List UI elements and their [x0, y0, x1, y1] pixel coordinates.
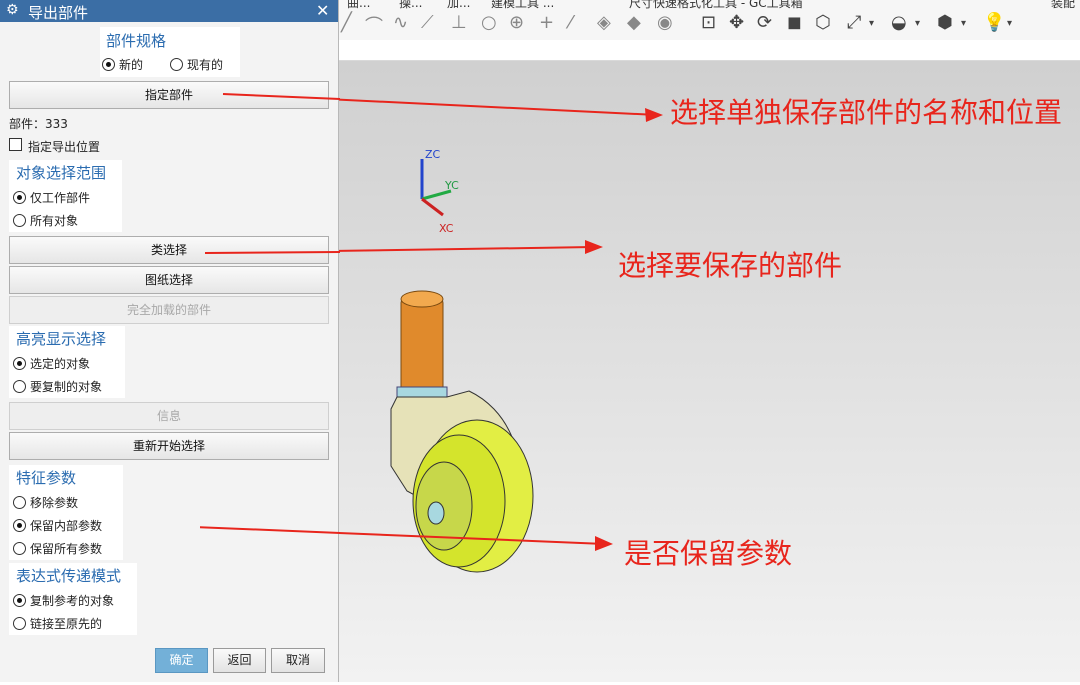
diamond-gear-icon[interactable]: ◆ [627, 12, 641, 33]
chevron-down-icon[interactable]: ▾ [869, 18, 874, 29]
shaded-cube-icon[interactable]: ◼ [787, 12, 802, 33]
radio-objects-to-copy[interactable]: 要复制的对象 [13, 378, 102, 395]
part-info: 部件：333 [9, 117, 68, 131]
radio-dot-selected[interactable] [13, 357, 26, 370]
annotation-select-part: 选择要保存的部件 [618, 249, 843, 282]
selection-bar [339, 40, 1080, 61]
highlight-group: 高亮显示选择 选定的对象 要复制的对象 [9, 326, 125, 398]
highlight-title: 高亮显示选择 [16, 330, 107, 348]
toolbar-group-add[interactable]: 加... [447, 0, 470, 11]
radio-existing[interactable]: 现有的 [170, 56, 223, 73]
close-icon[interactable]: ✕ [316, 1, 329, 20]
annotation-arrow-tails [200, 93, 340, 534]
annotation-name-location: 选择单独保存部件的名称和位置 [670, 96, 1063, 129]
radio-dot-selected[interactable] [102, 58, 115, 71]
point-icon[interactable]: ⊥ [451, 12, 467, 33]
chevron-down-icon[interactable]: ▾ [961, 18, 966, 29]
zoom-fit-icon[interactable]: ⤢ [847, 12, 861, 33]
radio-dot-selected[interactable] [13, 519, 26, 532]
eye-icon[interactable]: ◉ [657, 12, 673, 33]
bulb-icon[interactable]: 💡 [983, 12, 1005, 33]
feature-params-title: 特征参数 [16, 469, 77, 487]
radio-new[interactable]: 新的 [102, 56, 143, 73]
render-style-icon[interactable]: ◒ [891, 12, 907, 33]
radio-dot-selected[interactable] [13, 191, 26, 204]
cube-settings-icon[interactable]: ⬡ [815, 12, 831, 33]
spline-icon[interactable]: ∿ [393, 12, 408, 33]
arc-icon[interactable]: ⌒ [365, 12, 383, 38]
target-icon[interactable]: ⊕ [509, 12, 524, 33]
export-location-label: 指定导出位置 [28, 140, 101, 154]
caster-wheel-model[interactable] [390, 290, 534, 573]
toolbar-group-modeling-tools[interactable]: 建模工具 ... [491, 0, 554, 11]
radio-dot[interactable] [13, 542, 26, 555]
toolbar: 曲... 操... 加... 建模工具 ... 尺寸快速格式化工具 - GC工具… [339, 0, 1080, 41]
ok-button[interactable]: 确定 [155, 648, 208, 673]
pan-icon[interactable]: ✥ [729, 12, 744, 33]
rotate-icon[interactable]: ⟳ [757, 12, 772, 33]
dialog-title-bar: ⚙ 导出部件 ✕ [0, 0, 338, 22]
chevron-down-icon[interactable]: ▾ [1007, 18, 1012, 29]
radio-all-objects[interactable]: 所有对象 [13, 212, 78, 229]
expression-mode-group: 表达式传递模式 复制参考的对象 链接至原先的 [9, 563, 137, 635]
annotation-arrow-2 [204, 240, 603, 254]
view-cube-icon[interactable]: ⬢ [937, 12, 953, 33]
toolbar-group-assembly[interactable]: 装配 [1051, 0, 1075, 11]
export-location-checkbox[interactable] [9, 138, 22, 151]
pen-icon[interactable]: ⁄ [569, 12, 572, 33]
part-spec-group: 部件规格 新的 现有的 [100, 27, 240, 77]
annotation-keep-params: 是否保留参数 [624, 537, 793, 570]
object-scope-title: 对象选择范围 [16, 164, 107, 182]
radio-dot[interactable] [170, 58, 183, 71]
radio-dot[interactable] [13, 380, 26, 393]
radio-dot[interactable] [13, 496, 26, 509]
triad-y-label: YC [444, 179, 459, 192]
toolbar-group-curve[interactable]: 曲... [347, 0, 370, 11]
viewport-canvas: ZC YC XC [146, 93, 663, 573]
radio-link-to-original[interactable]: 链接至原先的 [13, 615, 102, 632]
line-icon[interactable]: ╱ [341, 12, 352, 33]
chevron-down-icon[interactable]: ▾ [915, 18, 920, 29]
dialog-title: 导出部件 [28, 4, 89, 22]
radio-work-part-only[interactable]: 仅工作部件 [13, 189, 90, 206]
toolbar-group-op[interactable]: 操... [399, 0, 422, 11]
radio-dot[interactable] [13, 617, 26, 630]
diamond-icon[interactable]: ◈ [597, 12, 611, 33]
toolbar-group-gc-toolbox[interactable]: 尺寸快速格式化工具 - GC工具箱 [629, 0, 803, 11]
object-scope-group: 对象选择范围 仅工作部件 所有对象 [9, 160, 122, 232]
radio-dot-selected[interactable] [13, 594, 26, 607]
cancel-button[interactable]: 取消 [271, 648, 325, 673]
radio-copy-referenced[interactable]: 复制参考的对象 [13, 592, 114, 609]
radio-keep-all-params[interactable]: 保留所有参数 [13, 540, 102, 557]
radio-remove-params[interactable]: 移除参数 [13, 494, 78, 511]
fit-view-icon[interactable]: ⊡ [701, 12, 716, 33]
gear-icon[interactable]: ⚙ [6, 2, 19, 18]
back-button[interactable]: 返回 [213, 648, 266, 673]
expression-mode-title: 表达式传递模式 [16, 567, 122, 585]
circle-icon[interactable]: ○ [481, 12, 497, 33]
polyline-icon[interactable]: ⟋ [421, 12, 434, 33]
feature-params-group: 特征参数 移除参数 保留内部参数 保留所有参数 [9, 465, 123, 560]
radio-selected-objects[interactable]: 选定的对象 [13, 355, 90, 372]
triad-z-label: ZC [425, 148, 441, 161]
annotation-arrow-1 [222, 93, 663, 122]
triad-x-label: XC [439, 222, 454, 235]
part-spec-title: 部件规格 [106, 32, 167, 50]
radio-dot[interactable] [13, 214, 26, 227]
crosshair-icon[interactable]: + [539, 12, 554, 33]
radio-keep-internal-params[interactable]: 保留内部参数 [13, 517, 102, 534]
graphics-viewport[interactable]: ZC YC XC [146, 61, 1080, 682]
